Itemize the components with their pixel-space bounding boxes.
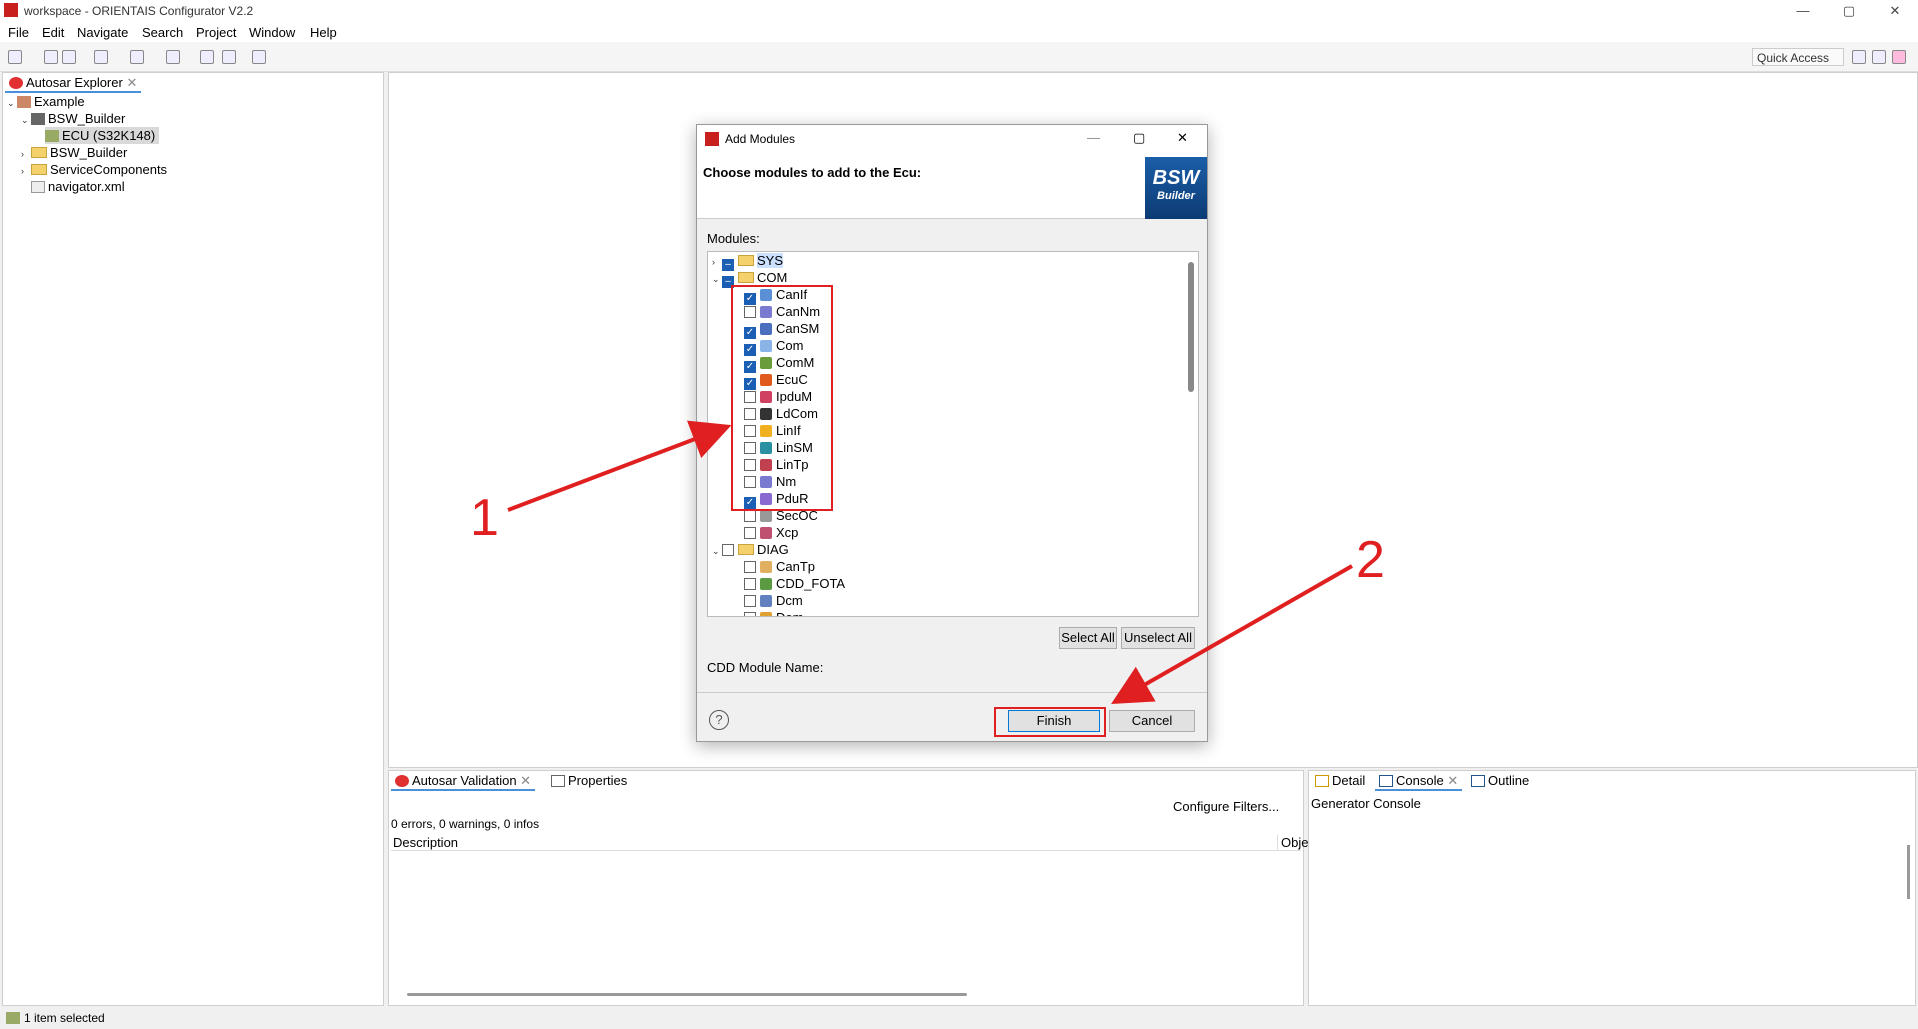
arrow-two [1111,564,1353,704]
annotation-arrows [507,420,1353,704]
annotation-two: 2 [1356,531,1385,589]
annotation-one: 1 [470,489,499,547]
arrow-one [507,420,732,512]
